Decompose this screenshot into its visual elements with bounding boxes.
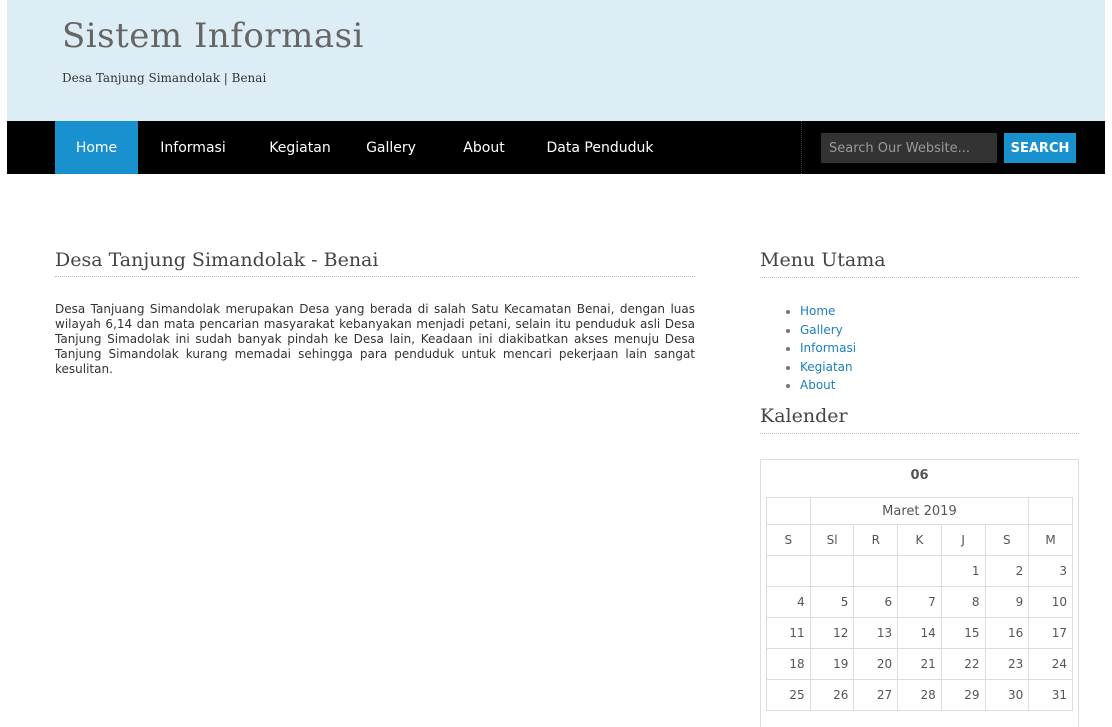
nav-gallery[interactable]: Gallery xyxy=(352,121,430,174)
site-header: Sistem Informasi Desa Tanjung Simandolak… xyxy=(7,0,1105,121)
menu-link-kegiatan[interactable]: Kegiatan xyxy=(800,360,853,374)
weekday-label: Sl xyxy=(809,524,855,556)
menu-link-gallery[interactable]: Gallery xyxy=(800,323,843,337)
calendar-date-cell: 16 xyxy=(984,617,1030,649)
calendar-week-row: 25 26 27 28 29 30 31 xyxy=(766,679,1073,711)
calendar-table: Maret 2019 S Sl R K J S M 1 2 3 4 5 6 7 … xyxy=(766,497,1073,711)
calendar-week-row: 1 2 3 xyxy=(766,555,1073,587)
list-item: Kegiatan xyxy=(800,358,856,377)
calendar-date-cell: 21 xyxy=(897,648,942,680)
weekday-label: K xyxy=(897,524,942,556)
post-title: Desa Tanjung Simandolak - Benai xyxy=(55,249,695,277)
calendar-date-cell xyxy=(853,555,899,587)
calendar-date-cell: 9 xyxy=(984,586,1030,618)
calendar-month-row: Maret 2019 xyxy=(766,497,1073,525)
calendar-date-cell: 31 xyxy=(1028,679,1073,711)
nav-about[interactable]: About xyxy=(452,121,516,174)
calendar-date-cell xyxy=(809,555,855,587)
calendar-date-cell: 11 xyxy=(766,617,811,649)
menu-link-about[interactable]: About xyxy=(800,378,835,392)
calendar-date-cell: 13 xyxy=(853,617,899,649)
calendar-date-cell: 12 xyxy=(809,617,855,649)
calendar-date-cell: 28 xyxy=(897,679,942,711)
calendar-date-cell: 24 xyxy=(1028,648,1073,680)
nav-informasi[interactable]: Informasi xyxy=(147,121,239,174)
nav-home[interactable]: Home xyxy=(55,121,138,174)
calendar-date-cell: 8 xyxy=(940,586,986,618)
calendar-date-cell: 7 xyxy=(897,586,942,618)
calendar-date-cell: 10 xyxy=(1028,586,1073,618)
list-item: Informasi xyxy=(800,339,856,358)
calendar-date-cell: 25 xyxy=(766,679,811,711)
kalender-title: Kalender xyxy=(760,405,1079,434)
nav-divider xyxy=(801,121,803,174)
calendar-date-cell: 18 xyxy=(766,648,811,680)
search-input[interactable] xyxy=(821,133,997,163)
calendar-date-cell: 4 xyxy=(766,586,811,618)
calendar-date-cell xyxy=(897,555,942,587)
weekday-label: S xyxy=(766,524,811,556)
calendar-week-row: 18 19 20 21 22 23 24 xyxy=(766,648,1073,680)
menu-utama-list: Home Gallery Informasi Kegiatan About xyxy=(760,302,856,395)
calendar-date-cell: 22 xyxy=(940,648,986,680)
calendar-date-cell: 2 xyxy=(984,555,1030,587)
calendar-date-cell: 3 xyxy=(1028,555,1073,587)
calendar-date-cell: 6 xyxy=(853,586,899,618)
nav-kegiatan[interactable]: Kegiatan xyxy=(259,121,341,174)
calendar-weekday-row: S Sl R K J S M xyxy=(766,524,1073,556)
calendar-widget: 06 Maret 2019 S Sl R K J S M 1 2 3 4 5 6… xyxy=(760,459,1079,727)
calendar-date-cell: 5 xyxy=(809,586,855,618)
list-item: Gallery xyxy=(800,321,856,340)
calendar-current-day: 06 xyxy=(910,468,929,483)
search-button[interactable]: SEARCH xyxy=(1004,133,1076,163)
menu-utama-title: Menu Utama xyxy=(760,249,1079,278)
calendar-date-cell: 14 xyxy=(897,617,942,649)
calendar-date-cell: 17 xyxy=(1028,617,1073,649)
menu-link-informasi[interactable]: Informasi xyxy=(800,341,856,355)
weekday-label: R xyxy=(853,524,899,556)
nav-data-penduduk[interactable]: Data Penduduk xyxy=(535,121,665,174)
calendar-date-cell: 29 xyxy=(940,679,986,711)
calendar-date-cell: 23 xyxy=(984,648,1030,680)
calendar-date-cell: 19 xyxy=(809,648,855,680)
list-item: Home xyxy=(800,302,856,321)
calendar-date-cell: 20 xyxy=(853,648,899,680)
site-title[interactable]: Sistem Informasi xyxy=(62,16,364,56)
calendar-nav-cell xyxy=(1028,497,1073,525)
calendar-date-cell: 30 xyxy=(984,679,1030,711)
calendar-month-label: Maret 2019 xyxy=(809,497,1030,525)
main-nav: Home Informasi Kegiatan Gallery About Da… xyxy=(7,121,1105,174)
weekday-label: J xyxy=(940,524,986,556)
calendar-date-cell: 15 xyxy=(940,617,986,649)
calendar-nav-cell xyxy=(766,497,811,525)
site-subtitle: Desa Tanjung Simandolak | Benai xyxy=(62,71,267,85)
weekday-label: S xyxy=(984,524,1030,556)
menu-link-home[interactable]: Home xyxy=(800,304,835,318)
calendar-date-cell: 1 xyxy=(940,555,986,587)
calendar-week-row: 4 5 6 7 8 9 10 xyxy=(766,586,1073,618)
calendar-date-cell: 27 xyxy=(853,679,899,711)
calendar-date-cell: 26 xyxy=(809,679,855,711)
weekday-label: M xyxy=(1028,524,1073,556)
calendar-date-cell xyxy=(766,555,811,587)
list-item: About xyxy=(800,376,856,395)
calendar-week-row: 11 12 13 14 15 16 17 xyxy=(766,617,1073,649)
post-body: Desa Tanjuang Simandolak merupakan Desa … xyxy=(55,302,695,376)
